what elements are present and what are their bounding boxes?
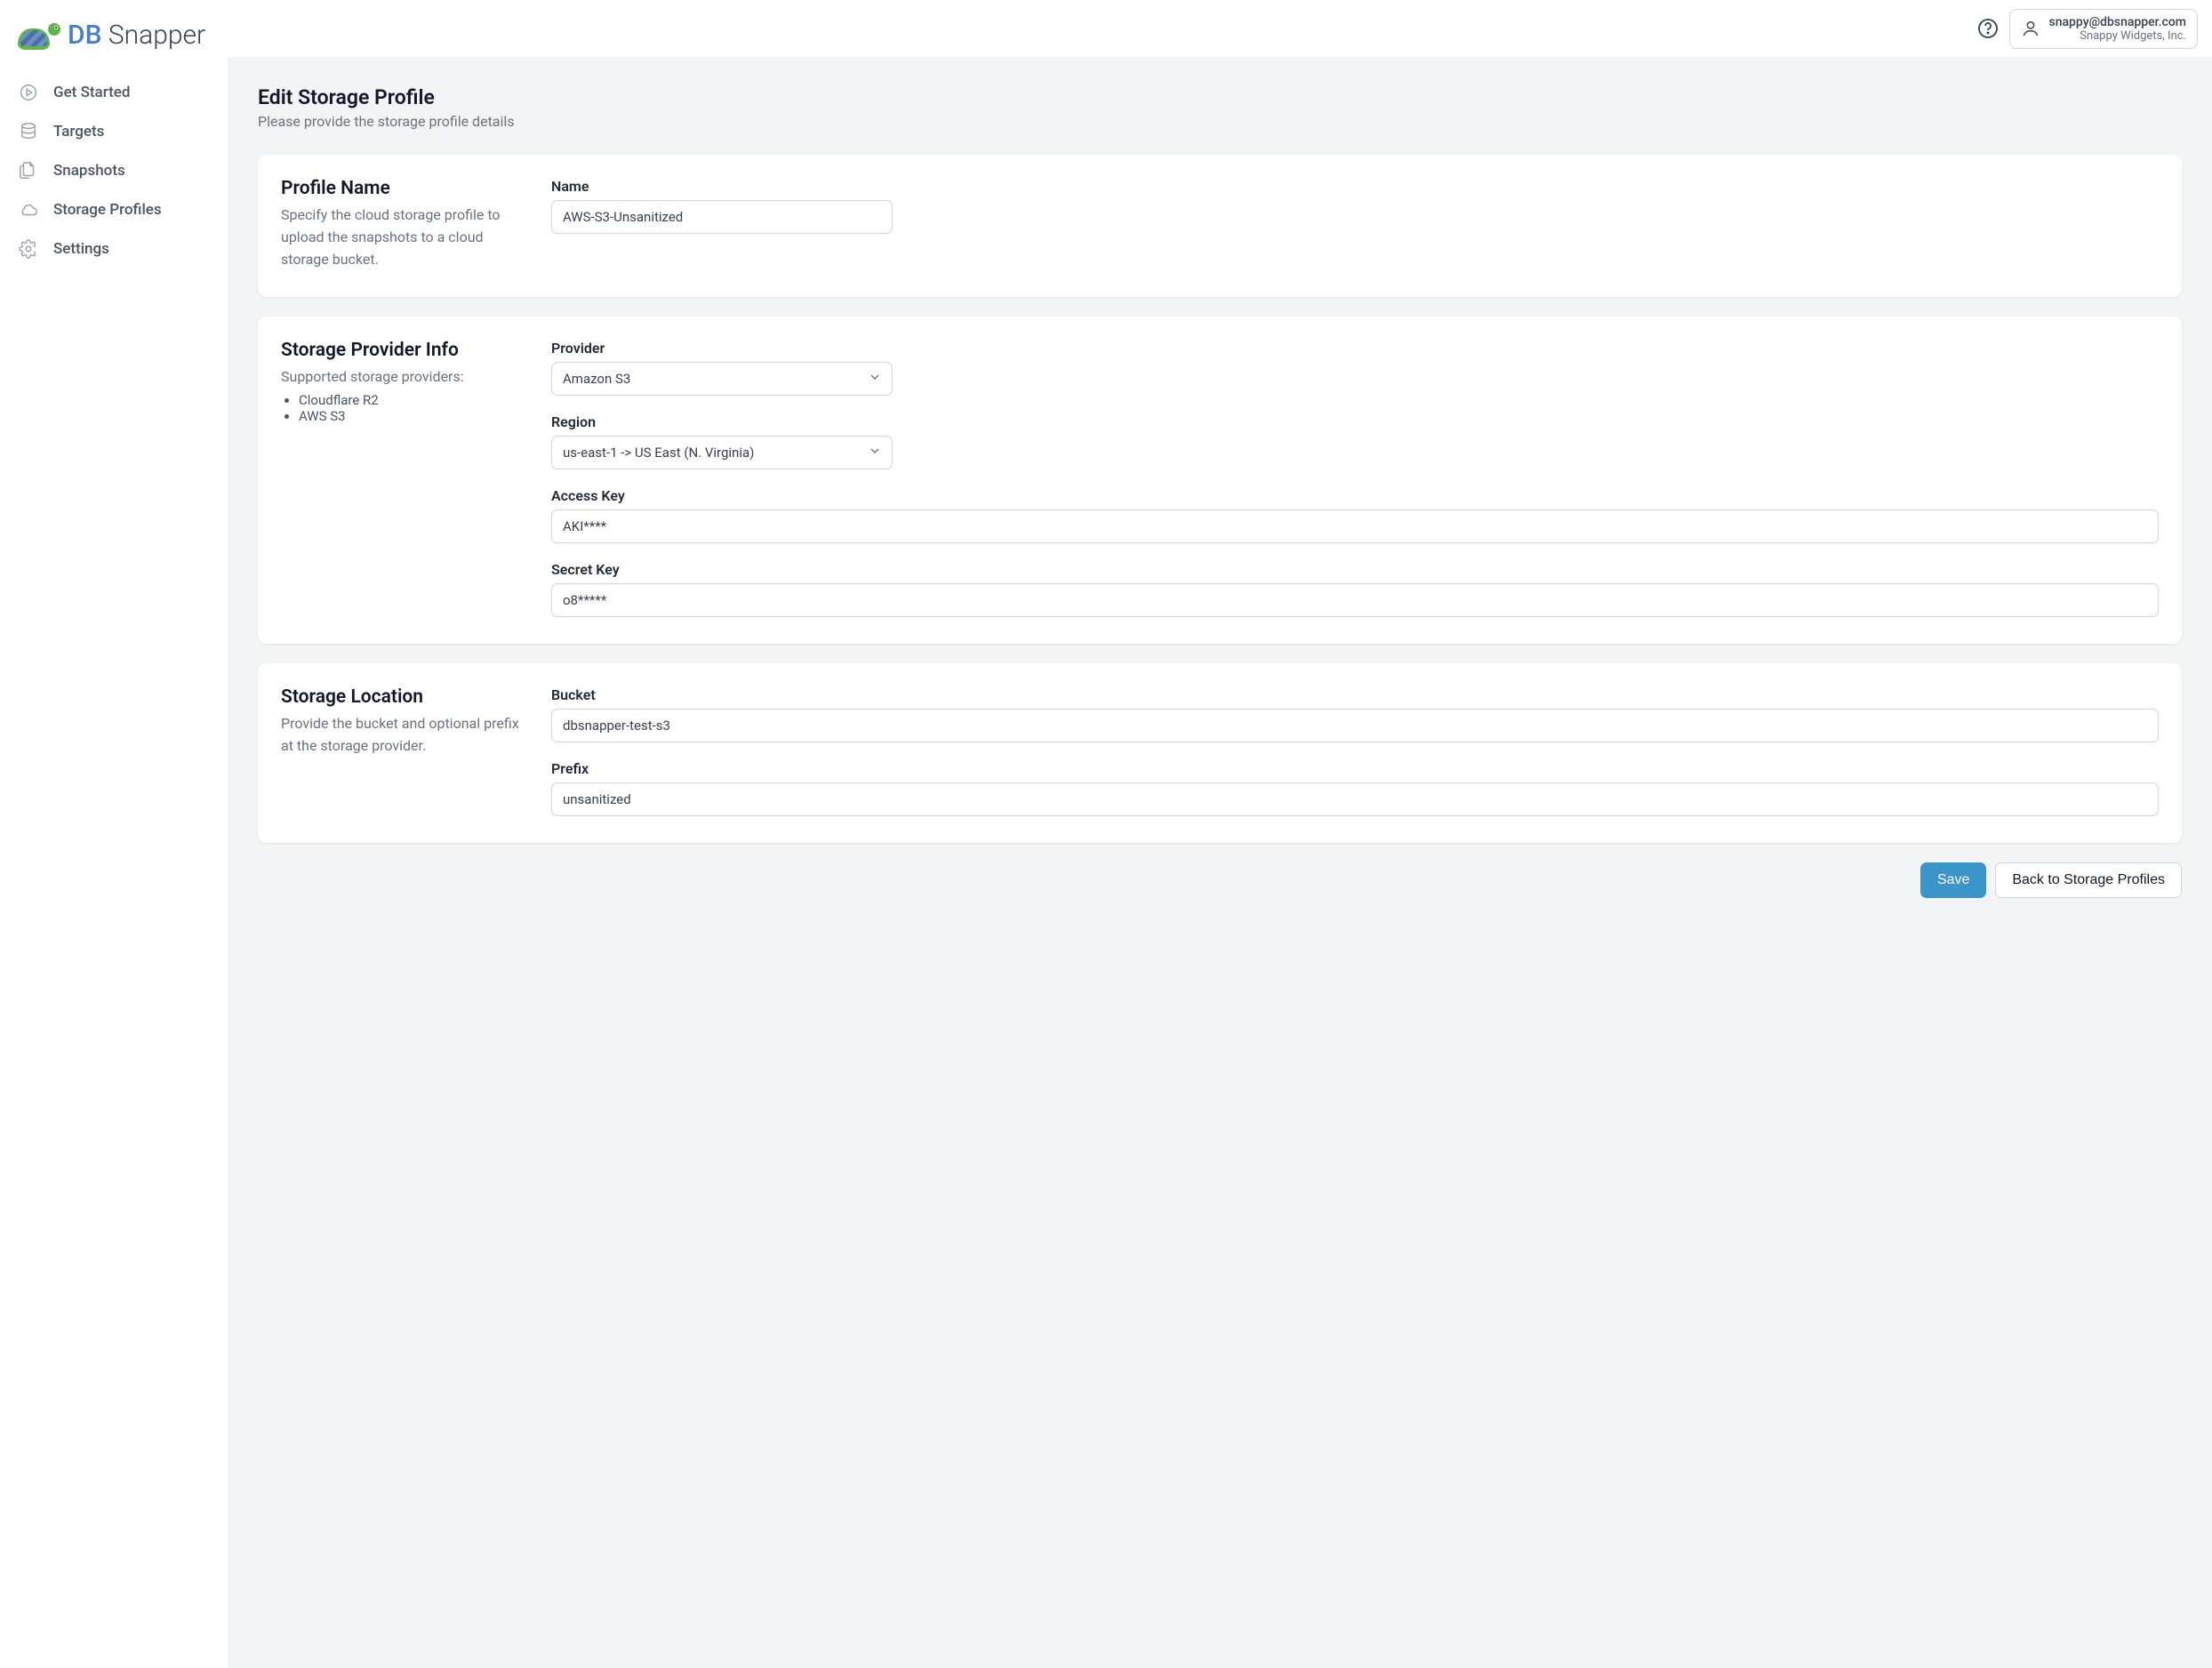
- bucket-input[interactable]: [551, 709, 2159, 742]
- sidebar-item-label: Storage Profiles: [53, 201, 162, 219]
- user-email: snappy@dbsnapper.com: [2049, 15, 2186, 29]
- section-title: Storage Location: [281, 686, 530, 708]
- prefix-label: Prefix: [551, 760, 2159, 777]
- form-actions: Save Back to Storage Profiles: [258, 862, 2182, 898]
- documents-icon: [18, 160, 39, 181]
- sidebar-item-label: Settings: [53, 240, 109, 258]
- region-select[interactable]: us-east-1 -> US East (N. Virginia): [551, 436, 893, 469]
- bucket-label: Bucket: [551, 686, 2159, 703]
- main-area: snappy@dbsnapper.com Snappy Widgets, Inc…: [228, 0, 2212, 1668]
- sidebar-item-snapshots[interactable]: Snapshots: [14, 151, 213, 190]
- section-desc: Supported storage providers:: [281, 366, 530, 389]
- section-desc: Provide the bucket and optional prefix a…: [281, 713, 530, 758]
- card-provider-info: Storage Provider Info Supported storage …: [258, 317, 2182, 644]
- provider-list-item: Cloudflare R2: [299, 392, 530, 408]
- sidebar-item-label: Targets: [53, 123, 104, 140]
- user-menu[interactable]: snappy@dbsnapper.com Snappy Widgets, Inc…: [2009, 9, 2198, 49]
- play-circle-icon: [18, 82, 39, 103]
- section-title: Profile Name: [281, 178, 530, 199]
- access-key-input[interactable]: [551, 509, 2159, 543]
- content: Edit Storage Profile Please provide the …: [228, 57, 2212, 934]
- section-desc: Specify the cloud storage profile to upl…: [281, 204, 530, 270]
- cloud-icon: [18, 199, 39, 221]
- name-label: Name: [551, 178, 2159, 195]
- help-icon[interactable]: [1977, 18, 1999, 39]
- sidebar-item-get-started[interactable]: Get Started: [14, 73, 213, 112]
- sidebar-item-storage-profiles[interactable]: Storage Profiles: [14, 190, 213, 229]
- provider-label: Provider: [551, 340, 2159, 357]
- region-label: Region: [551, 413, 2159, 430]
- page-subtitle: Please provide the storage profile detai…: [258, 113, 2182, 130]
- card-storage-location: Storage Location Provide the bucket and …: [258, 663, 2182, 843]
- section-title: Storage Provider Info: [281, 340, 530, 361]
- sidebar-item-label: Get Started: [53, 84, 130, 101]
- sidebar-item-targets[interactable]: Targets: [14, 112, 213, 151]
- logo-text: DB Snapper: [68, 20, 205, 51]
- secret-key-label: Secret Key: [551, 561, 2159, 578]
- user-icon: [2021, 19, 2040, 38]
- provider-select[interactable]: Amazon S3: [551, 362, 893, 396]
- access-key-label: Access Key: [551, 487, 2159, 504]
- secret-key-input[interactable]: [551, 583, 2159, 617]
- turtle-icon: [18, 18, 60, 52]
- provider-list: Cloudflare R2 AWS S3: [281, 392, 530, 424]
- page-title: Edit Storage Profile: [258, 85, 2182, 109]
- user-org: Snappy Widgets, Inc.: [2049, 29, 2186, 43]
- sidebar-item-label: Snapshots: [53, 162, 125, 180]
- card-profile-name: Profile Name Specify the cloud storage p…: [258, 155, 2182, 297]
- prefix-input[interactable]: [551, 782, 2159, 816]
- back-button[interactable]: Back to Storage Profiles: [1995, 862, 2182, 898]
- save-button[interactable]: Save: [1920, 862, 1986, 898]
- topbar: snappy@dbsnapper.com Snappy Widgets, Inc…: [228, 0, 2212, 57]
- provider-list-item: AWS S3: [299, 408, 530, 424]
- database-icon: [18, 121, 39, 142]
- sidebar-item-settings[interactable]: Settings: [14, 229, 213, 269]
- gear-icon: [18, 238, 39, 260]
- logo[interactable]: DB Snapper: [14, 18, 213, 52]
- sidebar: DB Snapper Get Started Targets Snapshots…: [0, 0, 228, 1668]
- name-input[interactable]: [551, 200, 893, 234]
